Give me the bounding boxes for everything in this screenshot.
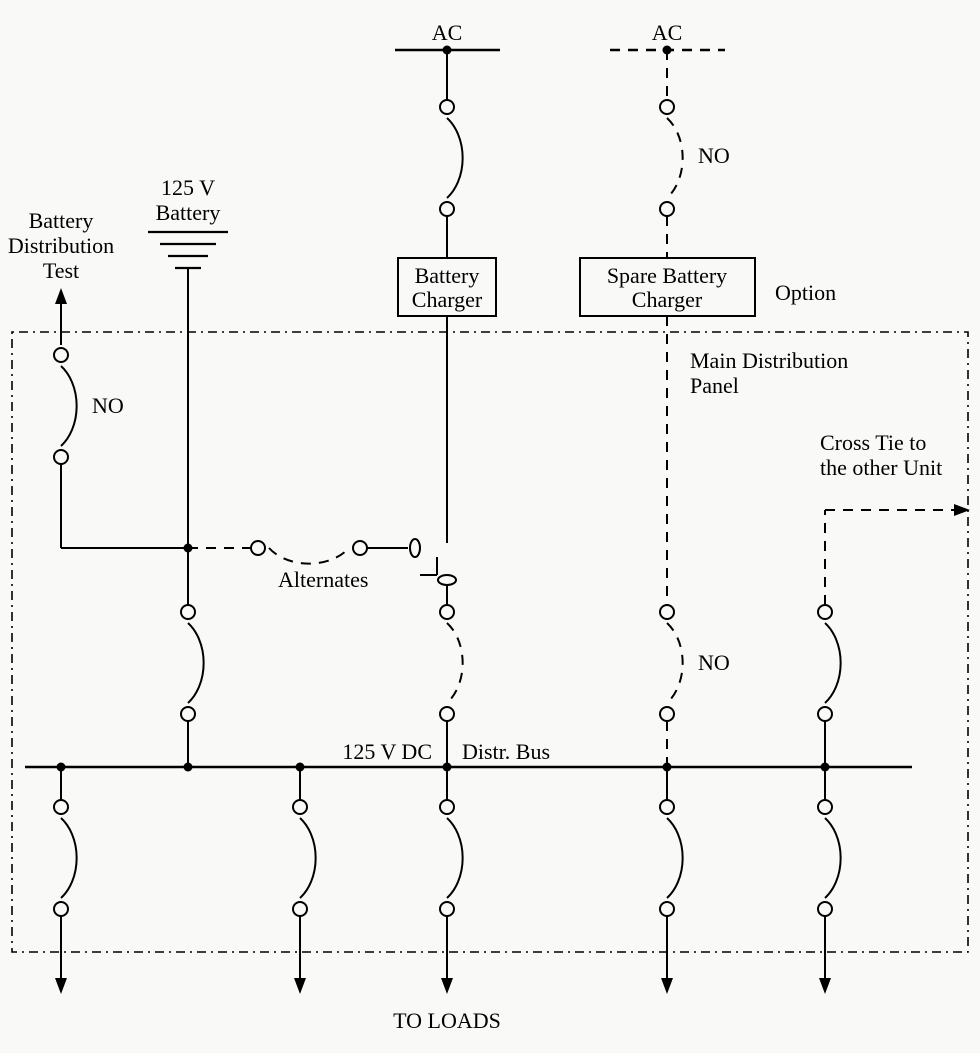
svg-text:Battery: Battery bbox=[415, 263, 480, 288]
svg-text:Test: Test bbox=[43, 258, 79, 283]
breaker-charger-to-bus bbox=[440, 585, 463, 767]
svg-text:Battery: Battery bbox=[29, 208, 94, 233]
breaker-spare-to-bus-no: NO bbox=[660, 605, 730, 767]
dc-distribution-diagram: AC AC NO 125 V Battery Battery Distribut… bbox=[0, 0, 980, 1053]
bus-label-left: 125 V DC bbox=[342, 739, 432, 764]
breaker-ac2-no: NO bbox=[660, 50, 730, 258]
svg-text:Distribution: Distribution bbox=[8, 233, 114, 258]
load-feeder-2 bbox=[293, 767, 316, 994]
option-label: Option bbox=[775, 280, 836, 305]
load-feeder-5 bbox=[818, 767, 841, 994]
no-label-spare: NO bbox=[698, 650, 730, 675]
load-feeder-4 bbox=[660, 767, 683, 994]
svg-text:Battery: Battery bbox=[156, 200, 221, 225]
panel-label-l1: Main Distribution bbox=[690, 348, 848, 373]
svg-text:Charger: Charger bbox=[412, 287, 483, 312]
battery-distribution-test: Battery Distribution Test bbox=[8, 208, 114, 345]
ac-source-2-label: AC bbox=[652, 20, 683, 45]
no-label-test: NO bbox=[92, 393, 124, 418]
svg-text:the other Unit: the other Unit bbox=[820, 455, 942, 480]
svg-text:Cross Tie to: Cross Tie to bbox=[820, 430, 926, 455]
alternates-label: Alternates bbox=[278, 567, 368, 592]
svg-text:Charger: Charger bbox=[632, 287, 703, 312]
svg-text:Spare Battery: Spare Battery bbox=[607, 263, 727, 288]
spare-battery-charger-box: Spare Battery Charger bbox=[580, 258, 755, 316]
breaker-battery-to-bus bbox=[181, 548, 204, 767]
panel-label-l2: Panel bbox=[690, 373, 739, 398]
main-distribution-panel-box bbox=[12, 332, 968, 952]
breaker-distribution-test-no: NO bbox=[54, 348, 124, 548]
load-feeder-3 bbox=[440, 767, 463, 994]
cross-tie: Cross Tie to the other Unit bbox=[820, 430, 970, 605]
bus-label-right: Distr. Bus bbox=[462, 739, 550, 764]
no-label-ac2: NO bbox=[698, 143, 730, 168]
breaker-ac1 bbox=[440, 50, 463, 258]
breaker-crosstie-to-bus bbox=[818, 605, 841, 767]
battery-charger-box: Battery Charger bbox=[398, 258, 496, 316]
ac-source-1-label: AC bbox=[432, 20, 463, 45]
to-loads-label: TO LOADS bbox=[393, 1008, 501, 1033]
battery-symbol: 125 V Battery bbox=[148, 175, 228, 548]
svg-text:125 V: 125 V bbox=[161, 175, 215, 200]
load-feeder-1 bbox=[54, 767, 77, 994]
